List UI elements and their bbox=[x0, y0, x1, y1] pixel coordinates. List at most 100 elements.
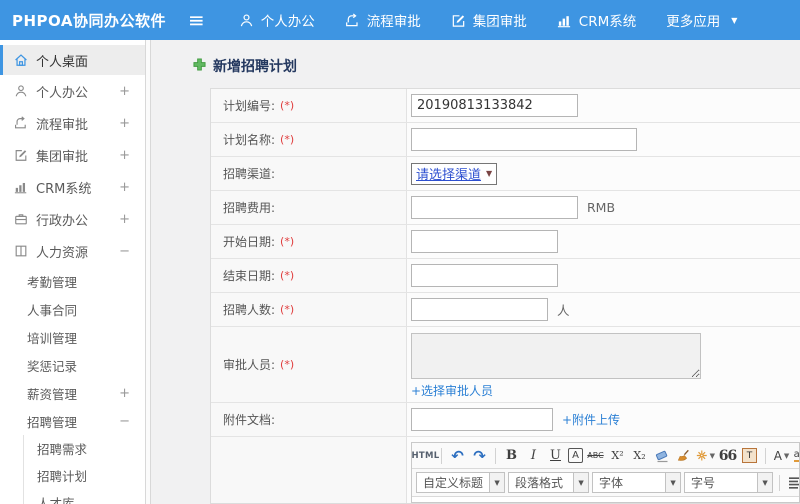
form-row-approvers: 审批人员: (*) +选择审批人员 bbox=[211, 327, 800, 403]
attachment-input[interactable] bbox=[411, 408, 553, 431]
collapse-toggle[interactable]: − bbox=[119, 414, 145, 429]
sidebar-item-attendance[interactable]: 考勤管理 bbox=[0, 267, 145, 295]
font-size-dropdown[interactable]: 字号 ▼ bbox=[684, 472, 774, 493]
sidebar-item-admin-office[interactable]: 行政办公 + bbox=[0, 203, 145, 235]
sidebar-item-label: 个人桌面 bbox=[36, 54, 89, 70]
nav-label: 流程审批 bbox=[366, 14, 421, 30]
superscript-button[interactable]: X² bbox=[608, 446, 627, 466]
sidebar-item-label: 培训管理 bbox=[27, 330, 78, 346]
sidebar-item-label: 个人办公 bbox=[36, 85, 89, 101]
font-color-glyph: A bbox=[773, 448, 782, 463]
dropdown-value: 字体 bbox=[599, 476, 624, 490]
form-row-plan-no: 计划编号: (*) bbox=[211, 89, 800, 123]
editor-empty-label bbox=[211, 437, 407, 503]
field-label: 招聘渠道: bbox=[223, 167, 276, 181]
sidebar-item-workflow-approval[interactable]: 流程审批 + bbox=[0, 107, 145, 139]
subscript-button[interactable]: X₂ bbox=[630, 446, 649, 466]
strikethrough-button[interactable]: ABC bbox=[586, 446, 605, 466]
paste-text-icon[interactable]: T bbox=[740, 446, 759, 466]
channel-select-value: 请选择渠道 bbox=[416, 168, 482, 183]
eraser-icon[interactable] bbox=[652, 446, 671, 466]
fee-input[interactable] bbox=[411, 196, 578, 219]
expand-toggle[interactable]: + bbox=[119, 180, 145, 195]
nav-item-workflow-approval[interactable]: 流程审批 bbox=[345, 10, 421, 30]
expand-toggle[interactable]: + bbox=[119, 386, 145, 401]
sidebar-item-label: 流程审批 bbox=[36, 117, 89, 133]
underline-button[interactable]: U bbox=[546, 446, 565, 466]
chevron-down-icon: ▼ bbox=[731, 15, 738, 25]
sidebar-item-label: 薪资管理 bbox=[27, 386, 78, 402]
chevron-down-icon[interactable]: ▼ bbox=[573, 473, 589, 492]
nav-item-crm[interactable]: CRM系统 bbox=[557, 10, 636, 30]
sidebar-item-rewards[interactable]: 奖惩记录 bbox=[0, 351, 145, 379]
bar-chart-icon bbox=[14, 180, 28, 194]
sidebar-item-recruitment[interactable]: 招聘管理 − bbox=[0, 407, 145, 435]
sidebar-item-salary[interactable]: 薪资管理 + bbox=[0, 379, 145, 407]
border-text-button[interactable]: A bbox=[568, 448, 583, 463]
expand-toggle[interactable]: + bbox=[119, 116, 145, 131]
channel-select[interactable]: 请选择渠道 ▼ bbox=[411, 162, 498, 185]
recruitment-subgroup: 招聘需求 招聘计划 人才库 bbox=[23, 435, 145, 504]
nav-item-personal-office[interactable]: 个人办公 bbox=[239, 10, 315, 30]
form-row-start-date: 开始日期: (*) bbox=[211, 225, 800, 259]
required-mark: (*) bbox=[280, 99, 295, 112]
sidebar-item-group-approval[interactable]: 集团审批 + bbox=[0, 139, 145, 171]
html-source-button[interactable]: HTML bbox=[412, 446, 439, 466]
redo-icon[interactable]: ↷ bbox=[470, 446, 489, 466]
undo-icon[interactable]: ↶ bbox=[448, 446, 467, 466]
headcount-input[interactable] bbox=[411, 298, 548, 321]
required-mark: (*) bbox=[280, 133, 295, 146]
chevron-down-icon[interactable]: ▼ bbox=[489, 473, 505, 492]
chevron-down-icon[interactable]: ▼ bbox=[665, 473, 681, 492]
chevron-down-icon: ▼ bbox=[709, 451, 715, 460]
chevron-down-icon[interactable]: ▼ bbox=[757, 473, 773, 492]
sidebar-item-crm[interactable]: CRM系统 + bbox=[0, 171, 145, 203]
plan-name-input[interactable] bbox=[411, 128, 637, 151]
sidebar-item-personal-office[interactable]: 个人办公 + bbox=[0, 75, 145, 107]
highlight-color-button[interactable]: ab▼ bbox=[793, 446, 799, 466]
sidebar-item-recruit-plan[interactable]: 招聘计划 bbox=[24, 462, 145, 489]
sidebar-item-label: 人才库 bbox=[37, 496, 75, 504]
blockquote-button[interactable]: 66 bbox=[718, 446, 737, 466]
clear-format-icon[interactable]: ▼ bbox=[696, 446, 715, 466]
expand-toggle[interactable]: + bbox=[119, 84, 145, 99]
nav-label: 集团审批 bbox=[472, 14, 527, 30]
sidebar-item-hr-contract[interactable]: 人事合同 bbox=[0, 295, 145, 323]
font-family-dropdown[interactable]: 字体 ▼ bbox=[592, 472, 682, 493]
select-approvers-link[interactable]: +选择审批人员 bbox=[411, 382, 493, 399]
sidebar-item-label: 招聘计划 bbox=[37, 469, 88, 484]
approvers-textarea[interactable] bbox=[411, 333, 701, 379]
sidebar-item-human-resources[interactable]: 人力资源 − bbox=[0, 235, 145, 267]
editor-content-area[interactable] bbox=[412, 497, 799, 502]
italic-button[interactable]: I bbox=[524, 446, 543, 466]
editor-toolbar-row2: 自定义标题 ▼ 段落格式 ▼ 字体 ▼ 字号 ▼ bbox=[412, 469, 799, 497]
main-content: 新增招聘计划 计划编号: (*) 计划名称: (*) bbox=[151, 40, 800, 504]
sidebar-item-training[interactable]: 培训管理 bbox=[0, 323, 145, 351]
sidebar-item-recruit-demand[interactable]: 招聘需求 bbox=[24, 435, 145, 462]
hamburger-icon[interactable]: ≡ bbox=[188, 10, 205, 30]
headcount-unit: 人 bbox=[557, 303, 570, 318]
custom-title-dropdown[interactable]: 自定义标题 ▼ bbox=[416, 472, 506, 493]
format-brush-icon[interactable] bbox=[674, 446, 693, 466]
sidebar-item-personal-desktop[interactable]: 个人桌面 bbox=[0, 45, 145, 75]
collapse-toggle[interactable]: − bbox=[119, 244, 145, 259]
edit-square-icon bbox=[14, 148, 28, 162]
paste-text-glyph: T bbox=[742, 448, 757, 463]
attachment-upload-link[interactable]: +附件上传 bbox=[562, 411, 620, 428]
expand-toggle[interactable]: + bbox=[119, 148, 145, 163]
start-date-input[interactable] bbox=[411, 230, 558, 253]
field-label: 招聘费用: bbox=[223, 201, 276, 215]
sidebar-item-talent-pool[interactable]: 人才库 bbox=[24, 489, 145, 504]
add-icon bbox=[193, 57, 206, 75]
bold-button[interactable]: B bbox=[502, 446, 521, 466]
required-mark: (*) bbox=[280, 303, 295, 316]
sidebar-item-label: 集团审批 bbox=[36, 149, 89, 165]
plan-no-input[interactable] bbox=[411, 94, 578, 117]
nav-item-group-approval[interactable]: 集团审批 bbox=[451, 10, 527, 30]
end-date-input[interactable] bbox=[411, 264, 558, 287]
align-left-icon[interactable] bbox=[786, 473, 799, 493]
font-color-button[interactable]: A ▼ bbox=[772, 446, 791, 466]
nav-item-more-apps[interactable]: 更多应用 ▼ bbox=[666, 10, 737, 30]
expand-toggle[interactable]: + bbox=[119, 212, 145, 227]
paragraph-format-dropdown[interactable]: 段落格式 ▼ bbox=[508, 472, 590, 493]
